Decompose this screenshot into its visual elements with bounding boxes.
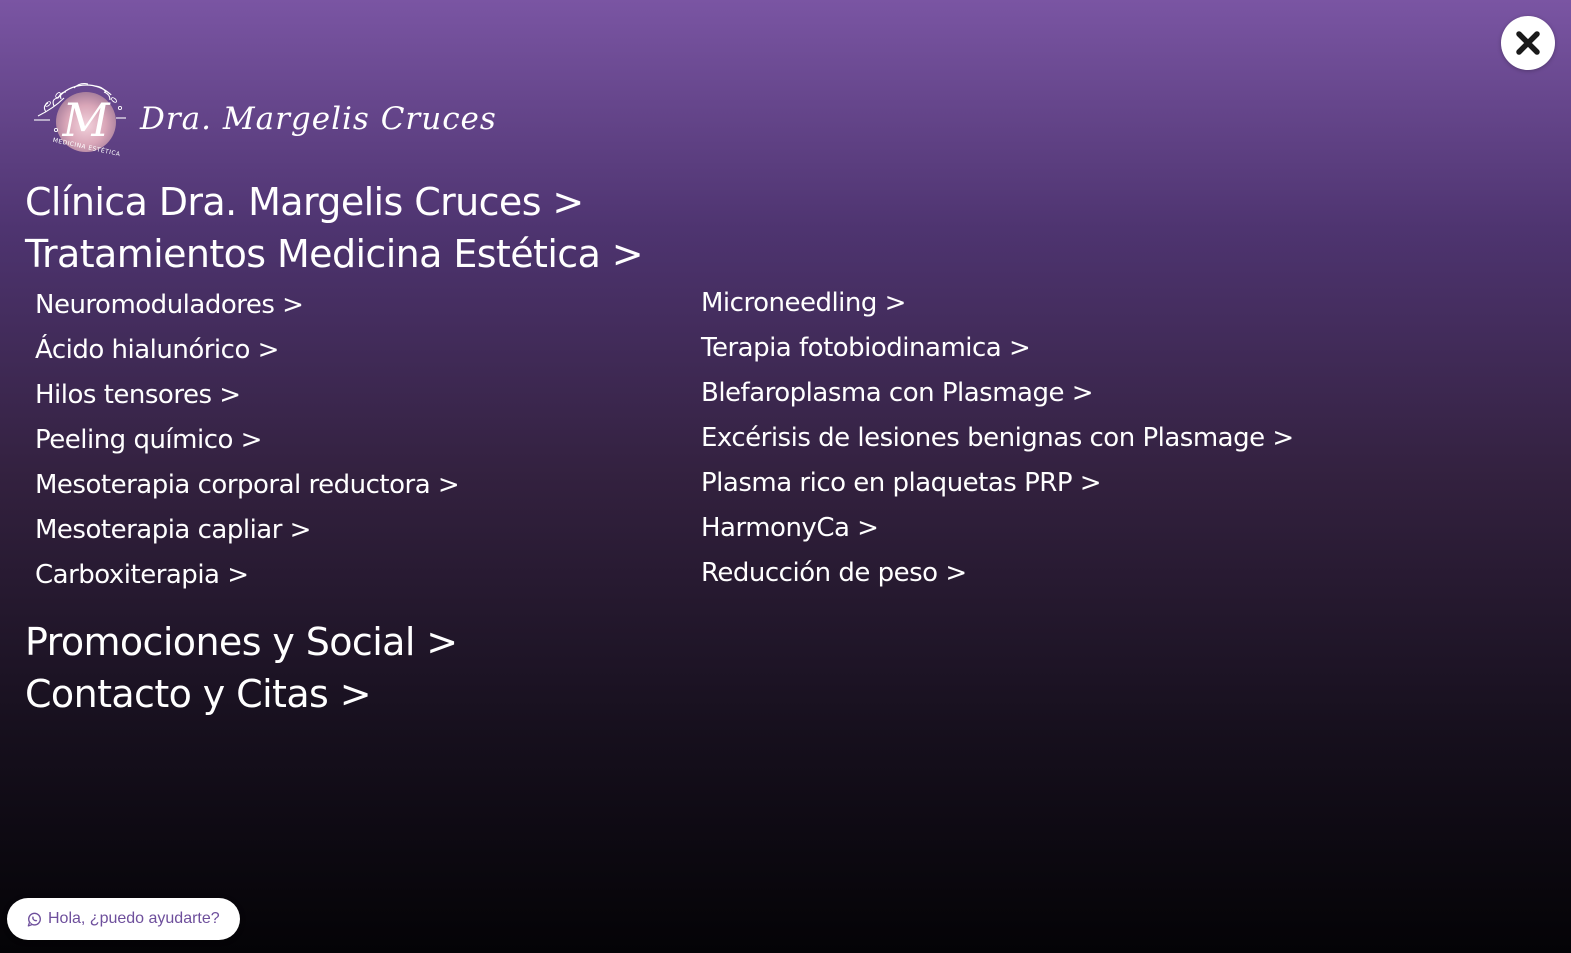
submenu-item-plasma-prp[interactable]: Plasma rico en plaquetas PRP >: [701, 461, 1294, 506]
submenu-item-acido-hialuronico[interactable]: Ácido hialunórico >: [35, 328, 459, 373]
logo-monogram: M: [61, 93, 111, 147]
submenu-item-carboxiterapia[interactable]: Carboxiterapia >: [35, 553, 459, 598]
treatments-submenu-left: Neuromoduladores > Ácido hialunórico > H…: [35, 283, 460, 598]
treatments-submenu-right: Microneedling > Terapia fotobiodinamica …: [701, 281, 1294, 596]
monogram-logo-icon: M MEDICINA ESTÉTICA: [34, 78, 126, 164]
submenu-item-reduccion-peso[interactable]: Reducción de peso >: [701, 551, 1294, 596]
menu-item-contacto[interactable]: Contacto y Citas >: [25, 668, 372, 720]
menu-item-clinica[interactable]: Clínica Dra. Margelis Cruces >: [25, 176, 584, 228]
submenu-item-excerisis-lesiones[interactable]: Excérisis de lesiones benignas con Plasm…: [701, 416, 1294, 461]
submenu-item-mesoterapia-corporal[interactable]: Mesoterapia corporal reductora >: [35, 463, 460, 508]
whatsapp-icon: [27, 912, 42, 927]
submenu-item-terapia-fotobiodinamica[interactable]: Terapia fotobiodinamica >: [701, 326, 1294, 371]
whatsapp-chat-button[interactable]: Hola, ¿puedo ayudarte?: [7, 898, 240, 940]
submenu-item-neuromoduladores[interactable]: Neuromoduladores >: [35, 283, 459, 328]
close-button[interactable]: [1501, 16, 1555, 70]
submenu-item-hilos-tensores[interactable]: Hilos tensores >: [35, 373, 459, 418]
submenu-item-microneedling[interactable]: Microneedling >: [701, 281, 1294, 326]
close-icon: [1514, 29, 1542, 57]
site-logo[interactable]: M MEDICINA ESTÉTICA Dra. Margelis Cruces: [34, 78, 496, 164]
menu-item-tratamientos[interactable]: Tratamientos Medicina Estética >: [25, 228, 644, 280]
menu-item-promociones[interactable]: Promociones y Social >: [25, 616, 458, 668]
submenu-item-peeling-quimico[interactable]: Peeling químico >: [35, 418, 459, 463]
submenu-item-harmonyca[interactable]: HarmonyCa >: [701, 506, 1294, 551]
logo-name: Dra. Margelis Cruces: [140, 101, 497, 137]
submenu-item-mesoterapia-capilar[interactable]: Mesoterapia capliar >: [35, 508, 459, 553]
chat-label: Hola, ¿puedo ayudarte?: [48, 910, 220, 927]
submenu-item-blefaroplasma[interactable]: Blefaroplasma con Plasmage >: [701, 371, 1294, 416]
